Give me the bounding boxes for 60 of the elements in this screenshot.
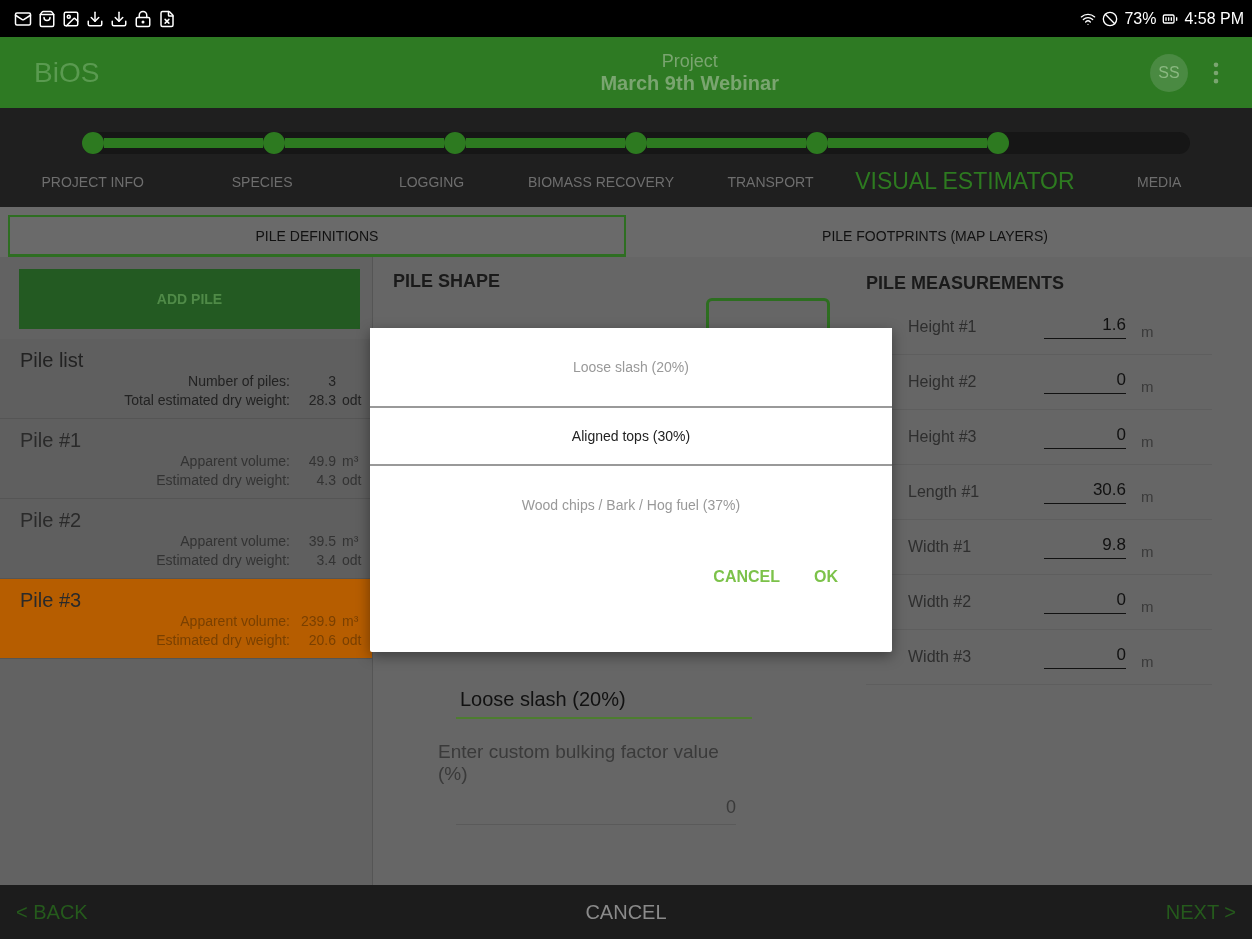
project-title: March 9th Webinar [600, 71, 779, 95]
measurement-field[interactable]: 0 [1044, 425, 1126, 449]
bulking-factor-dropdown[interactable]: Loose slash (20%) [456, 688, 752, 719]
step-label[interactable]: PROJECT INFO [41, 173, 144, 190]
lock-icon [134, 9, 152, 28]
measurement-label: Width #3 [908, 648, 973, 666]
stat-label: Apparent volume: [180, 612, 290, 631]
bag-icon [38, 9, 56, 28]
stat-label: Estimated dry weight: [156, 631, 290, 650]
step-label[interactable]: SPECIES [231, 173, 293, 190]
stat-value: 239.9 [299, 612, 336, 631]
measurement-field[interactable]: 1.6 [1044, 315, 1126, 339]
measurement-field[interactable]: 30.6 [1044, 480, 1126, 504]
stat-unit: m³ [342, 612, 360, 631]
measurement-field[interactable]: 0 [1044, 370, 1126, 394]
stat-unit: odt [342, 631, 363, 650]
next-button[interactable]: NEXT > [1159, 899, 1242, 925]
battery-percent: 73% [1124, 9, 1157, 28]
pile-name: Pile #3 [20, 589, 83, 612]
download-icon [86, 9, 104, 28]
blocked-icon [1102, 10, 1119, 27]
dialog-button[interactable]: CANCEL [707, 562, 786, 592]
pile-item[interactable]: Pile #3 Apparent volume: 239.9 m³ Estimated dry weight: 20.6 odt [0, 579, 372, 659]
image-icon [62, 9, 80, 28]
clock-time: 4:58 PM [1184, 9, 1244, 28]
stat-value: 20.6 [307, 631, 336, 650]
user-avatar[interactable]: SS [1150, 53, 1188, 92]
step-label[interactable]: MEDIA [1137, 173, 1182, 190]
tab[interactable]: PILE DEFINITIONS [8, 215, 626, 257]
back-button[interactable]: < BACK [10, 899, 94, 925]
dialog-option[interactable]: Aligned tops (30%) [370, 406, 892, 466]
dialog-button[interactable]: OK [808, 562, 844, 592]
mail-icon [14, 9, 32, 28]
dialog-option[interactable]: Wood chips / Bark / Hog fuel (37%) [370, 466, 892, 544]
file-icon [158, 9, 176, 28]
step-label[interactable]: LOGGING [398, 173, 465, 190]
stat-value: 3 [327, 372, 336, 391]
measurement-field[interactable]: 0 [1044, 645, 1126, 669]
measurement-label: Length #1 [908, 483, 981, 501]
step-label[interactable]: TRANSPORT [727, 173, 814, 190]
measurement-field[interactable]: 0 [1044, 590, 1126, 614]
cancel-button[interactable]: CANCEL [579, 899, 673, 925]
step-label[interactable]: VISUAL ESTIMATOR [855, 168, 1075, 195]
dialog-option[interactable]: Loose slash (20%) [370, 328, 892, 406]
stat-label: Number of piles: [188, 372, 290, 391]
header-subtitle: Project [661, 50, 718, 72]
stat-value: 28.3 [307, 391, 336, 410]
section-title: PILE MEASUREMENTS [866, 273, 1066, 294]
stat-unit: odt [342, 391, 363, 410]
measurement-label: Height #3 [908, 428, 978, 446]
measurement-label: Width #1 [908, 538, 973, 556]
measurement-field[interactable]: 9.8 [1044, 535, 1126, 559]
download-icon [110, 9, 128, 28]
measurement-label: Height #2 [908, 373, 978, 391]
measurement-label: Width #2 [908, 593, 973, 611]
step-label[interactable]: BIOMASS RECOVERY [528, 173, 674, 190]
measurement-label: Height #1 [908, 318, 978, 336]
pile-list-title: Pile list [20, 349, 85, 372]
stat-label: Total estimated dry weight: [124, 391, 290, 410]
section-title: PILE SHAPE [393, 271, 502, 292]
